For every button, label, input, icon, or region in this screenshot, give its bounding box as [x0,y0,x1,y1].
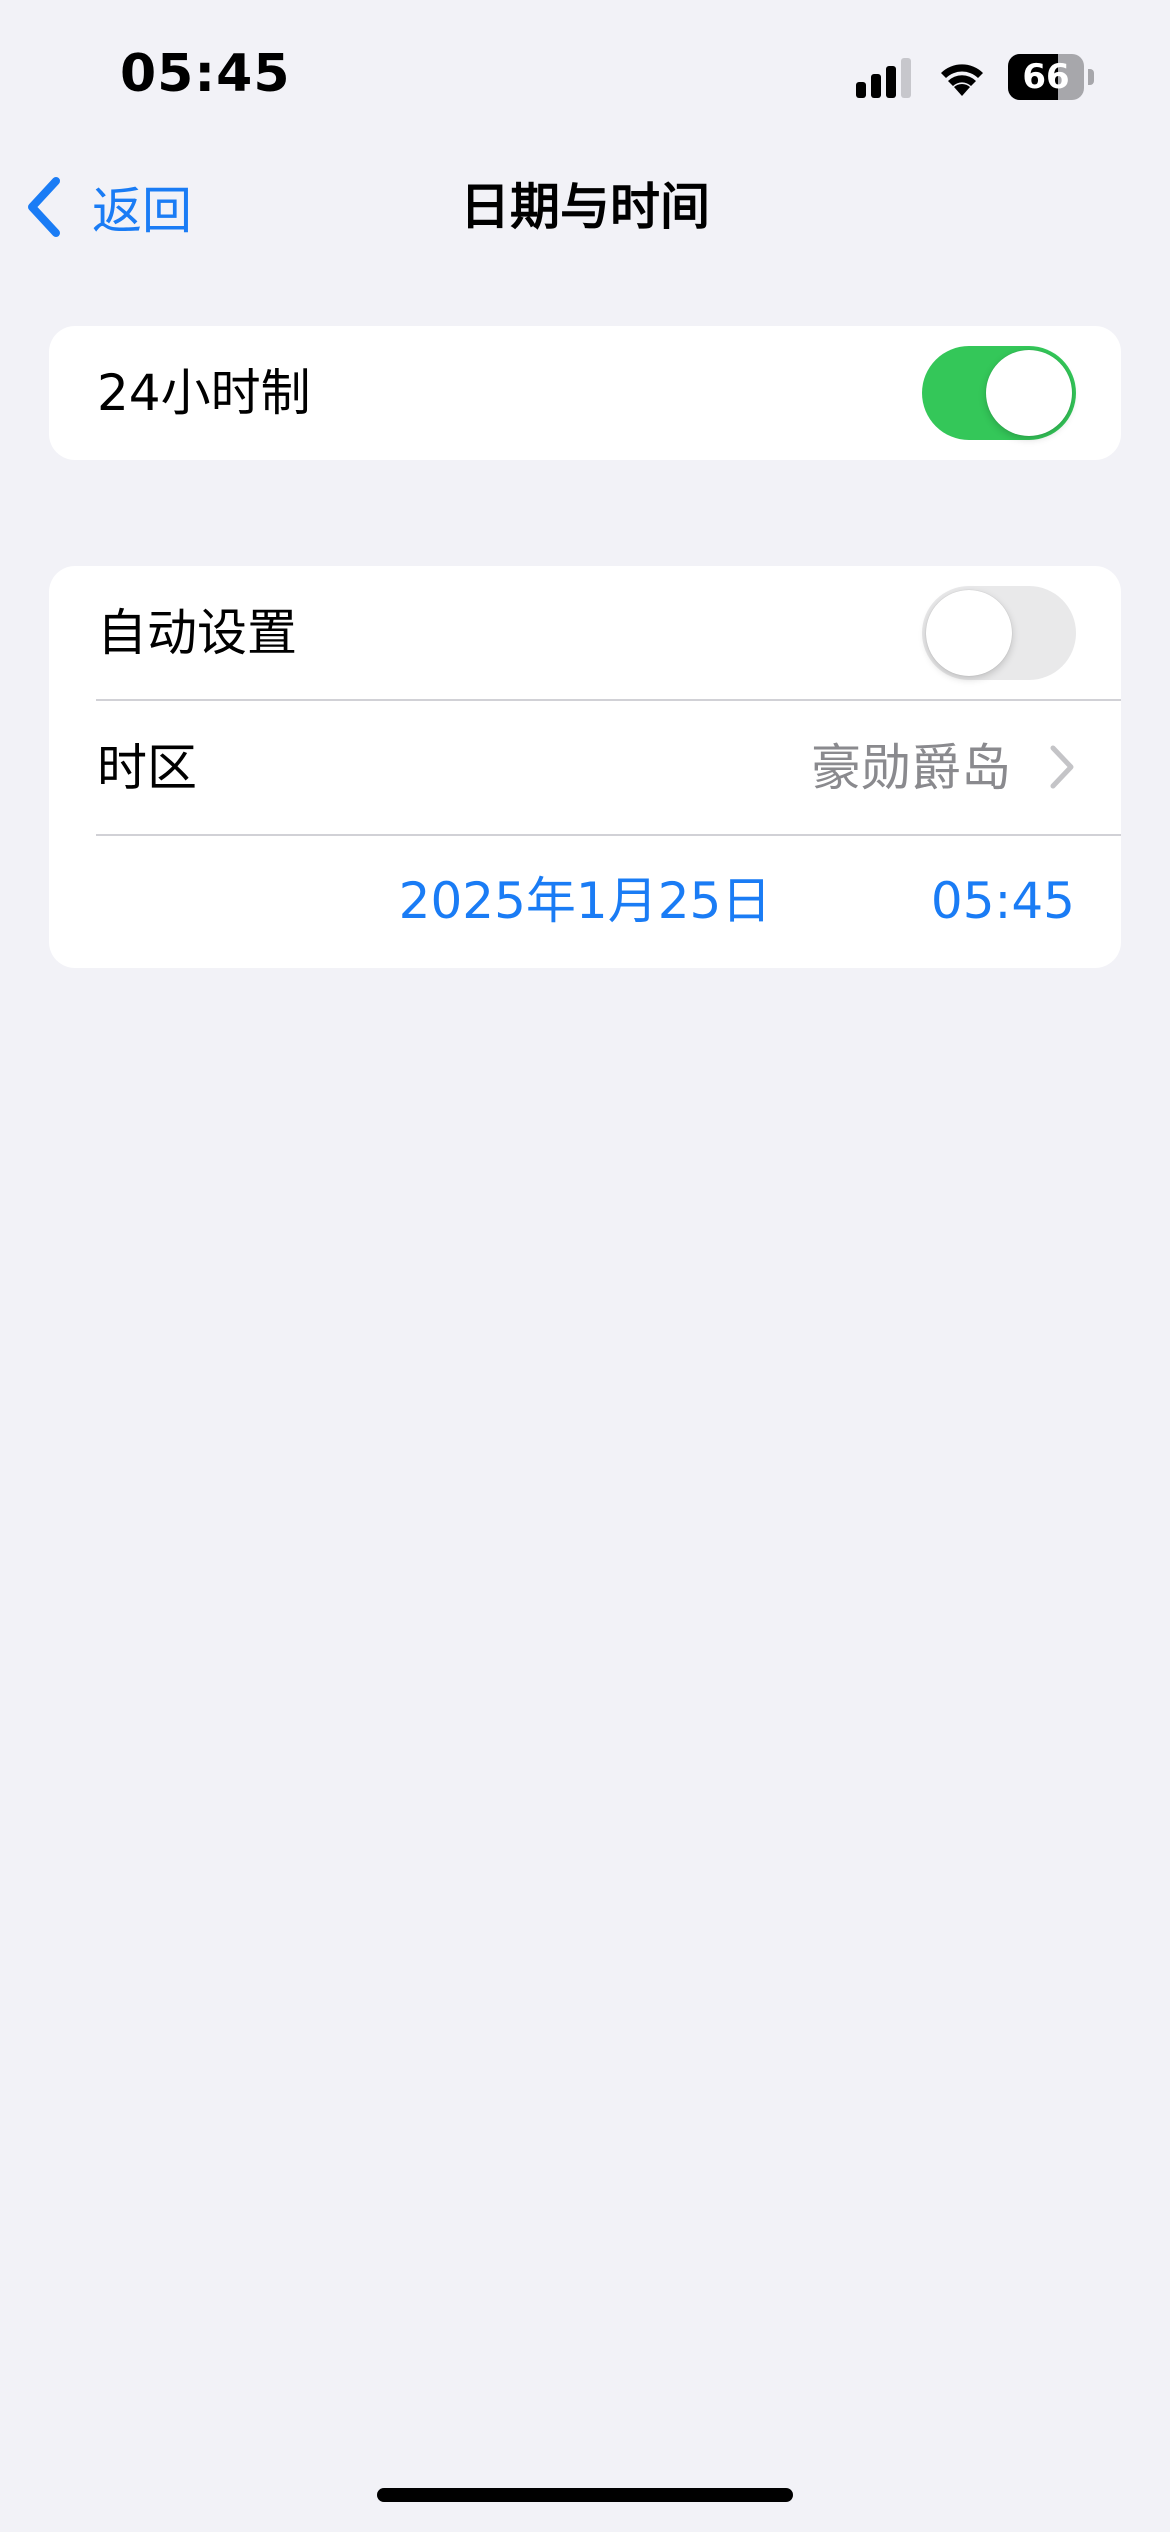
hour24-label: 24小时制 [97,364,311,422]
battery-level: 66 [1022,57,1070,97]
toggle-knob [926,590,1012,676]
timezone-value: 豪勋爵岛 [811,739,1011,797]
wifi-icon [936,54,988,98]
hour24-row: 24小时制 [49,326,1121,460]
toggle-knob [986,350,1072,436]
auto-set-toggle[interactable] [922,586,1076,680]
home-indicator[interactable] [377,2488,793,2502]
status-time: 05:45 [120,44,291,104]
hour24-toggle[interactable] [922,346,1076,440]
auto-set-label: 自动设置 [97,604,297,662]
page-title: 日期与时间 [460,178,710,236]
date-time-row: 2025年1月25日 05:45 [49,834,1121,968]
timezone-row[interactable]: 时区 豪勋爵岛 [49,701,1121,835]
time-picker-button[interactable]: 05:45 [931,834,1075,968]
datetime-group: 自动设置 时区 豪勋爵岛 2025年1月25日 05:45 [49,566,1121,968]
hour24-group: 24小时制 [49,326,1121,460]
timezone-label: 时区 [97,739,197,797]
chevron-right-icon [1050,745,1074,789]
status-bar: 05:45 66 [0,0,1170,150]
auto-set-row: 自动设置 [49,566,1121,700]
battery-icon: 66 [1008,54,1094,100]
cellular-signal-icon [856,56,916,98]
